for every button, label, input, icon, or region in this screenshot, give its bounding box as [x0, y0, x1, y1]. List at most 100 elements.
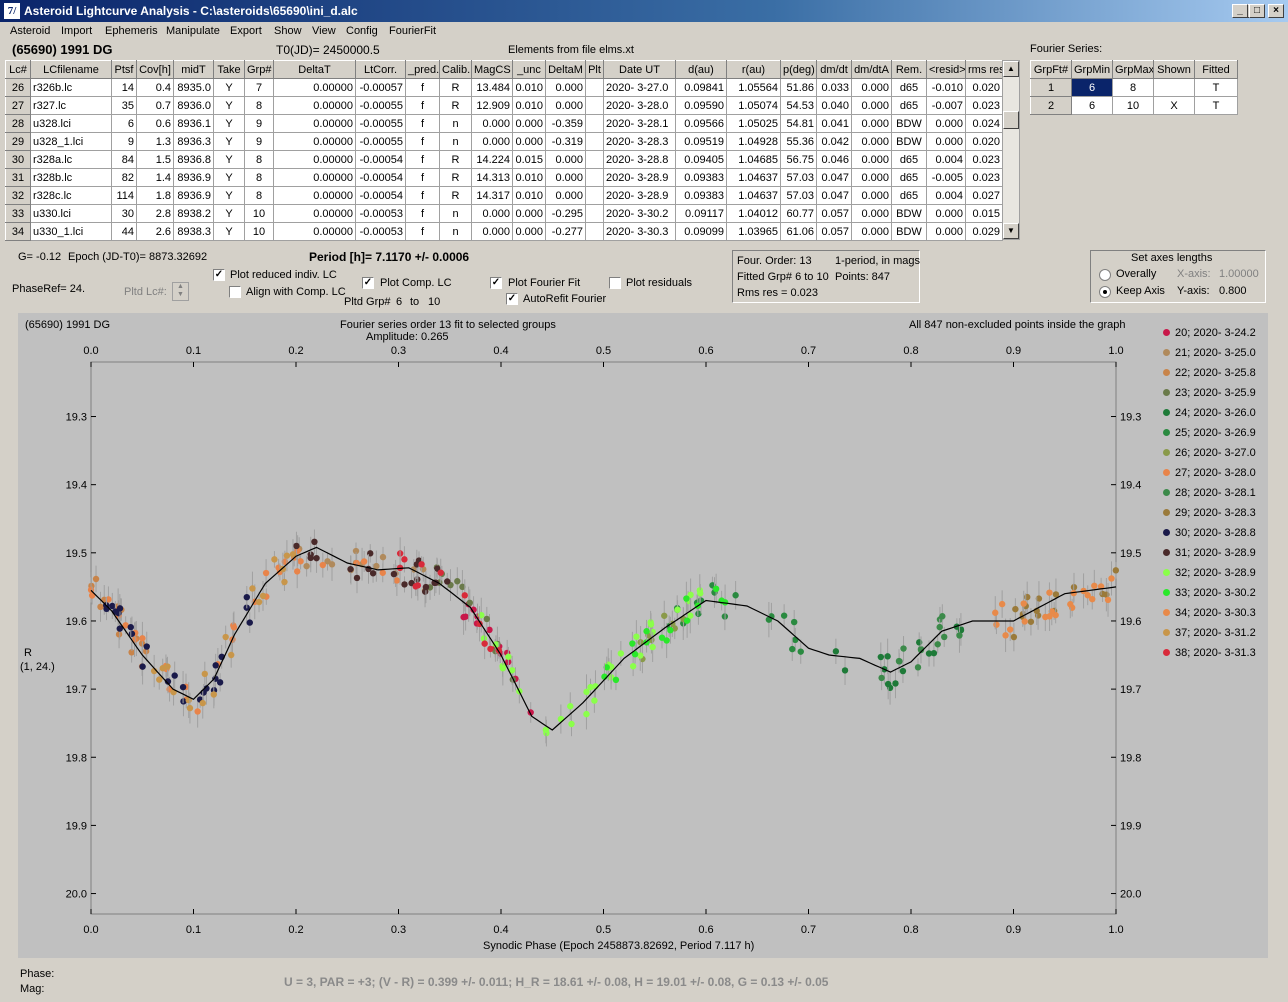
y-tick-label-left: 19.6: [66, 616, 87, 628]
data-point: [437, 569, 444, 576]
y-tick-label-right: 19.4: [1120, 480, 1141, 492]
legend-item: 32; 2020- 3-28.9: [1163, 567, 1256, 579]
legend-swatch: [1163, 528, 1170, 536]
data-point: [878, 674, 885, 682]
data-point: [617, 650, 625, 657]
data-point: [249, 585, 256, 592]
legend-label: 38; 2020- 3-31.3: [1175, 647, 1256, 659]
x-tick-label-bottom: 0.5: [596, 924, 611, 936]
legend-label: 30; 2020- 3-28.8: [1175, 527, 1256, 539]
data-point: [171, 672, 178, 679]
legend-label: 26; 2020- 3-27.0: [1175, 447, 1256, 459]
x-tick-label-bottom: 0.0: [83, 924, 98, 936]
x-tick-label-top: 0.4: [493, 345, 508, 357]
data-point: [156, 676, 163, 683]
y-tick-label-left: 19.3: [66, 412, 87, 424]
data-point: [216, 679, 224, 686]
data-point: [487, 645, 494, 653]
data-point: [1021, 618, 1028, 625]
data-point: [127, 623, 134, 631]
data-point: [649, 643, 656, 651]
legend-item: 38; 2020- 3-31.3: [1163, 647, 1256, 659]
data-point: [116, 605, 124, 612]
legend-swatch: [1163, 548, 1170, 556]
data-point: [841, 667, 849, 674]
data-point: [557, 715, 565, 723]
data-point: [884, 680, 892, 688]
data-point: [629, 663, 637, 670]
data-point: [353, 574, 361, 582]
data-point: [936, 623, 943, 631]
data-point: [900, 645, 907, 652]
data-point: [199, 699, 206, 707]
data-point: [179, 683, 187, 691]
x-tick-label-top: 0.9: [1006, 345, 1021, 357]
data-point: [293, 568, 301, 575]
x-tick-label-top: 0.7: [801, 345, 816, 357]
data-point: [914, 664, 922, 671]
x-tick-label-bottom: 0.3: [391, 924, 406, 936]
data-point: [591, 697, 598, 704]
data-point: [230, 624, 238, 631]
x-tick-label-bottom: 0.4: [493, 924, 508, 936]
legend-item: 28; 2020- 3-28.1: [1163, 487, 1256, 499]
data-point: [393, 577, 401, 584]
data-point: [941, 633, 948, 641]
data-point: [712, 585, 720, 593]
y-tick-label-right: 19.3: [1120, 412, 1141, 424]
legend-item: 34; 2020- 3-30.3: [1163, 607, 1256, 619]
data-point: [1006, 626, 1014, 633]
data-point: [460, 613, 467, 621]
data-point: [454, 578, 461, 585]
data-point: [1108, 575, 1115, 582]
legend-label: 28; 2020- 3-28.1: [1175, 487, 1256, 499]
data-point: [568, 720, 575, 728]
legend-swatch: [1163, 388, 1170, 396]
data-point: [328, 561, 336, 568]
data-point: [283, 552, 291, 559]
data-point: [832, 648, 840, 655]
data-point: [313, 554, 320, 562]
legend-swatch: [1163, 568, 1170, 576]
legend-label: 22; 2020- 3-25.8: [1175, 367, 1256, 379]
x-tick-label-top: 1.0: [1108, 345, 1123, 357]
data-point: [499, 665, 507, 672]
legend-swatch: [1163, 368, 1170, 376]
legend-label: 21; 2020- 3-25.0: [1175, 347, 1256, 359]
data-point: [194, 708, 201, 715]
y-tick-label-right: 19.6: [1120, 616, 1141, 628]
y-tick-label-right: 19.8: [1120, 752, 1141, 764]
y-tick-label-right: 20.0: [1120, 889, 1141, 901]
y-tick-label-left: 19.8: [66, 752, 87, 764]
y-tick-label-right: 19.9: [1120, 820, 1141, 832]
data-point: [1084, 592, 1091, 599]
data-point: [281, 578, 288, 586]
data-point: [661, 612, 668, 619]
data-point: [797, 648, 804, 655]
data-point: [139, 663, 146, 670]
legend-item: 26; 2020- 3-27.0: [1163, 447, 1256, 459]
data-point: [683, 595, 690, 602]
legend-label: 34; 2020- 3-30.3: [1175, 607, 1256, 619]
legend-swatch: [1163, 488, 1170, 496]
data-point: [925, 650, 933, 657]
x-tick-label-bottom: 0.8: [903, 924, 918, 936]
legend-label: 27; 2020- 3-28.0: [1175, 467, 1256, 479]
data-point: [1010, 633, 1018, 641]
data-point: [939, 613, 946, 620]
data-point: [103, 605, 110, 613]
legend-item: 30; 2020- 3-28.8: [1163, 527, 1256, 539]
data-point: [1027, 618, 1035, 625]
x-tick-label-bottom: 0.7: [801, 924, 816, 936]
data-point: [1112, 567, 1120, 574]
legend-swatch: [1163, 508, 1170, 516]
legend-swatch: [1163, 448, 1170, 456]
data-point: [667, 627, 674, 634]
legend-swatch: [1163, 348, 1170, 356]
lightcurve-chart[interactable]: 0.0 0.0 0.1 0.1 0.2 0.2 0.3 0.3 0.4 0.4 0.5 0.5 0.6 0…: [0, 0, 1288, 1002]
data-point: [262, 569, 270, 577]
legend-item: 37; 2020- 3-31.2: [1163, 627, 1256, 639]
data-point: [647, 621, 655, 628]
data-point: [210, 691, 217, 698]
data-point: [505, 653, 512, 660]
